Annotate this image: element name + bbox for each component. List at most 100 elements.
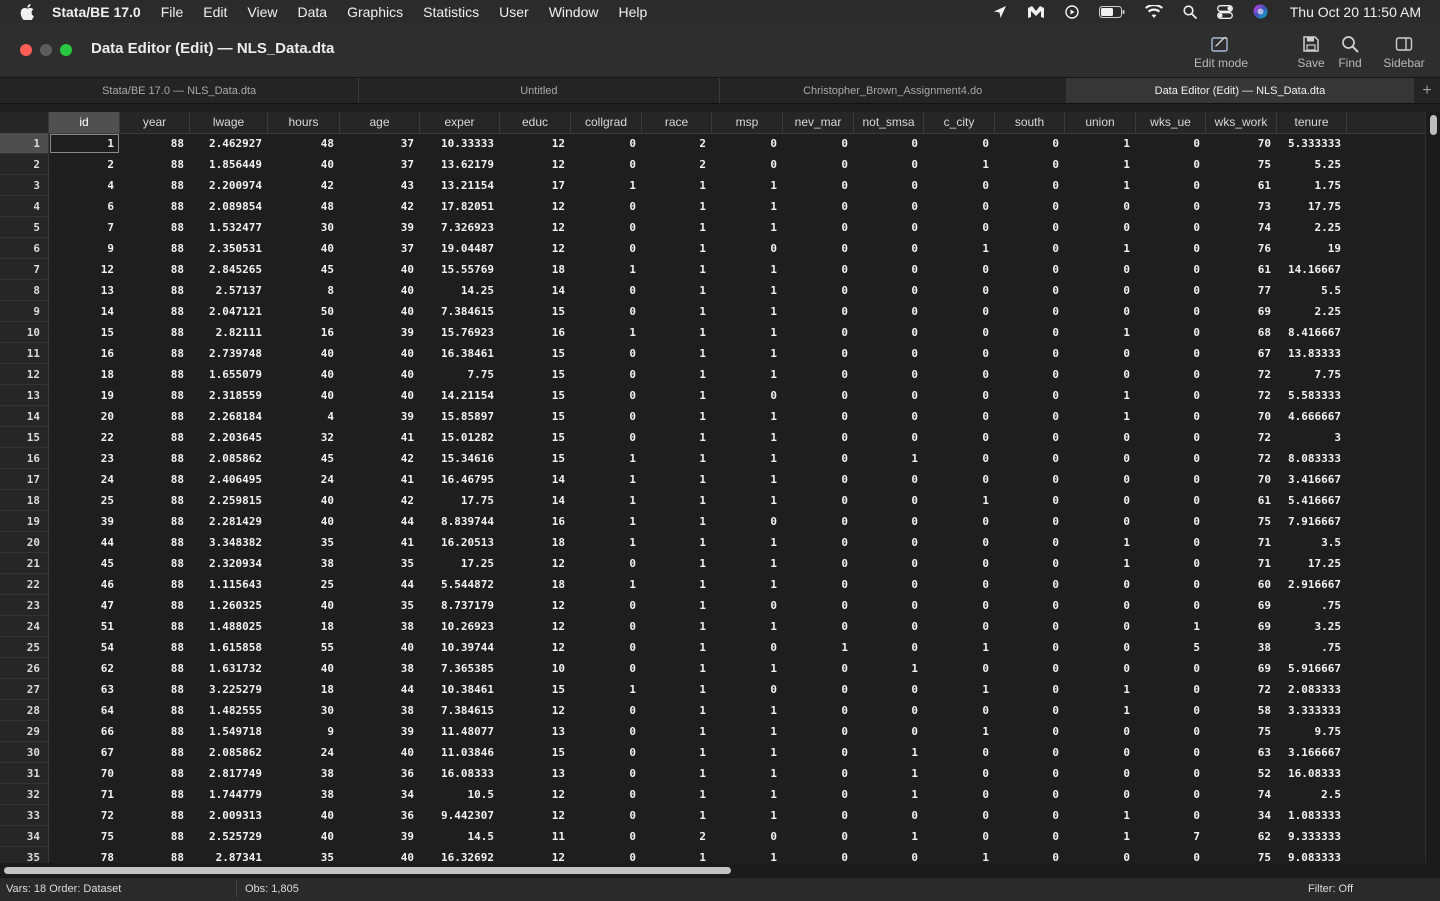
cell-wks-ue[interactable]: 0 <box>1136 322 1206 343</box>
cell-hours[interactable]: 24 <box>268 469 340 490</box>
column-header-exper[interactable]: exper <box>420 112 500 133</box>
row-number[interactable]: 20 <box>0 532 49 553</box>
row-number[interactable]: 6 <box>0 238 49 259</box>
cell-not-smsa[interactable]: 1 <box>854 448 924 469</box>
cell-nev-mar[interactable]: 0 <box>783 700 854 721</box>
cell-wks-work[interactable]: 63 <box>1206 742 1277 763</box>
cell-south[interactable]: 0 <box>995 700 1065 721</box>
cell-year[interactable]: 88 <box>120 364 190 385</box>
cell-nev-mar[interactable]: 0 <box>783 826 854 847</box>
cell-year[interactable]: 88 <box>120 721 190 742</box>
cell-south[interactable]: 0 <box>995 637 1065 658</box>
cell-union[interactable]: 0 <box>1065 637 1136 658</box>
cell-exper[interactable]: 16.20513 <box>420 532 500 553</box>
cell-age[interactable]: 36 <box>340 805 420 826</box>
row-number[interactable]: 26 <box>0 658 49 679</box>
cell-wks-work[interactable]: 75 <box>1206 847 1277 863</box>
cell-id[interactable]: 7 <box>49 217 120 238</box>
cell-hours[interactable]: 48 <box>268 133 340 154</box>
cell-wks-ue[interactable]: 0 <box>1136 679 1206 700</box>
cell-educ[interactable]: 15 <box>500 301 571 322</box>
cell-hours[interactable]: 40 <box>268 511 340 532</box>
cell-union[interactable]: 0 <box>1065 511 1136 532</box>
cell-tenure[interactable]: 2.916667 <box>1277 574 1347 595</box>
cell-wks-work[interactable]: 72 <box>1206 448 1277 469</box>
cell-not-smsa[interactable]: 0 <box>854 301 924 322</box>
cell-wks-ue[interactable]: 0 <box>1136 385 1206 406</box>
horizontal-scrollbar[interactable] <box>0 863 1440 877</box>
cell-hours[interactable]: 25 <box>268 574 340 595</box>
cell-wks-work[interactable]: 58 <box>1206 700 1277 721</box>
cell-tenure[interactable]: 17.75 <box>1277 196 1347 217</box>
cell-union[interactable]: 0 <box>1065 217 1136 238</box>
cell-not-smsa[interactable]: 0 <box>854 238 924 259</box>
cell-hours[interactable]: 45 <box>268 259 340 280</box>
cell-exper[interactable]: 17.75 <box>420 490 500 511</box>
cell-id[interactable]: 44 <box>49 532 120 553</box>
cell-lwage[interactable]: 2.009313 <box>190 805 268 826</box>
cell-collgrad[interactable]: 1 <box>571 175 642 196</box>
cell-c-city[interactable]: 0 <box>924 175 995 196</box>
cell-wks-work[interactable]: 61 <box>1206 259 1277 280</box>
cell-race[interactable]: 1 <box>642 196 712 217</box>
cell-wks-ue[interactable]: 5 <box>1136 637 1206 658</box>
row-number[interactable]: 27 <box>0 679 49 700</box>
cell-tenure[interactable]: 2.25 <box>1277 301 1347 322</box>
search-icon[interactable] <box>1183 4 1197 19</box>
cell-exper[interactable]: 14.5 <box>420 826 500 847</box>
cell-nev-mar[interactable]: 0 <box>783 595 854 616</box>
cell-year[interactable]: 88 <box>120 343 190 364</box>
cell-not-smsa[interactable]: 0 <box>854 490 924 511</box>
cell-msp[interactable]: 1 <box>712 700 783 721</box>
cell-c-city[interactable]: 0 <box>924 133 995 154</box>
cell-south[interactable]: 0 <box>995 364 1065 385</box>
save-button[interactable]: Save <box>1294 35 1328 70</box>
cell-exper[interactable]: 10.39744 <box>420 637 500 658</box>
cell-id[interactable]: 1 <box>49 133 120 154</box>
cell-race[interactable]: 1 <box>642 322 712 343</box>
cell-lwage[interactable]: 2.462927 <box>190 133 268 154</box>
cell-wks-ue[interactable]: 0 <box>1136 805 1206 826</box>
cell-exper[interactable]: 8.839744 <box>420 511 500 532</box>
cell-educ[interactable]: 13 <box>500 721 571 742</box>
wifi-icon[interactable] <box>1144 4 1163 19</box>
cell-wks-ue[interactable]: 0 <box>1136 763 1206 784</box>
cell-educ[interactable]: 12 <box>500 238 571 259</box>
cell-collgrad[interactable]: 1 <box>571 469 642 490</box>
cell-not-smsa[interactable]: 0 <box>854 217 924 238</box>
cell-race[interactable]: 2 <box>642 826 712 847</box>
cell-wks-ue[interactable]: 0 <box>1136 406 1206 427</box>
cell-south[interactable]: 0 <box>995 721 1065 742</box>
cell-collgrad[interactable]: 0 <box>571 742 642 763</box>
cell-hours[interactable]: 40 <box>268 154 340 175</box>
cell-hours[interactable]: 38 <box>268 553 340 574</box>
cell-msp[interactable]: 0 <box>712 238 783 259</box>
cell-race[interactable]: 1 <box>642 385 712 406</box>
cell-wks-work[interactable]: 61 <box>1206 175 1277 196</box>
cell-hours[interactable]: 32 <box>268 427 340 448</box>
cell-age[interactable]: 39 <box>340 826 420 847</box>
cell-race[interactable]: 1 <box>642 532 712 553</box>
cell-year[interactable]: 88 <box>120 448 190 469</box>
cell-race[interactable]: 1 <box>642 679 712 700</box>
cell-educ[interactable]: 15 <box>500 385 571 406</box>
cell-id[interactable]: 18 <box>49 364 120 385</box>
cell-wks-ue[interactable]: 0 <box>1136 238 1206 259</box>
cell-educ[interactable]: 12 <box>500 154 571 175</box>
cell-race[interactable]: 1 <box>642 700 712 721</box>
cell-year[interactable]: 88 <box>120 238 190 259</box>
cell-age[interactable]: 42 <box>340 448 420 469</box>
row-number[interactable]: 9 <box>0 301 49 322</box>
cell-race[interactable]: 1 <box>642 364 712 385</box>
cell-race[interactable]: 1 <box>642 301 712 322</box>
cell-educ[interactable]: 13 <box>500 763 571 784</box>
cell-exper[interactable]: 15.01282 <box>420 427 500 448</box>
cell-wks-ue[interactable]: 7 <box>1136 826 1206 847</box>
cell-union[interactable]: 1 <box>1065 826 1136 847</box>
cell-age[interactable]: 40 <box>340 385 420 406</box>
cell-year[interactable]: 88 <box>120 658 190 679</box>
cell-msp[interactable]: 1 <box>712 175 783 196</box>
cell-tenure[interactable]: 5.25 <box>1277 154 1347 175</box>
column-header-educ[interactable]: educ <box>500 112 571 133</box>
cell-educ[interactable]: 12 <box>500 700 571 721</box>
